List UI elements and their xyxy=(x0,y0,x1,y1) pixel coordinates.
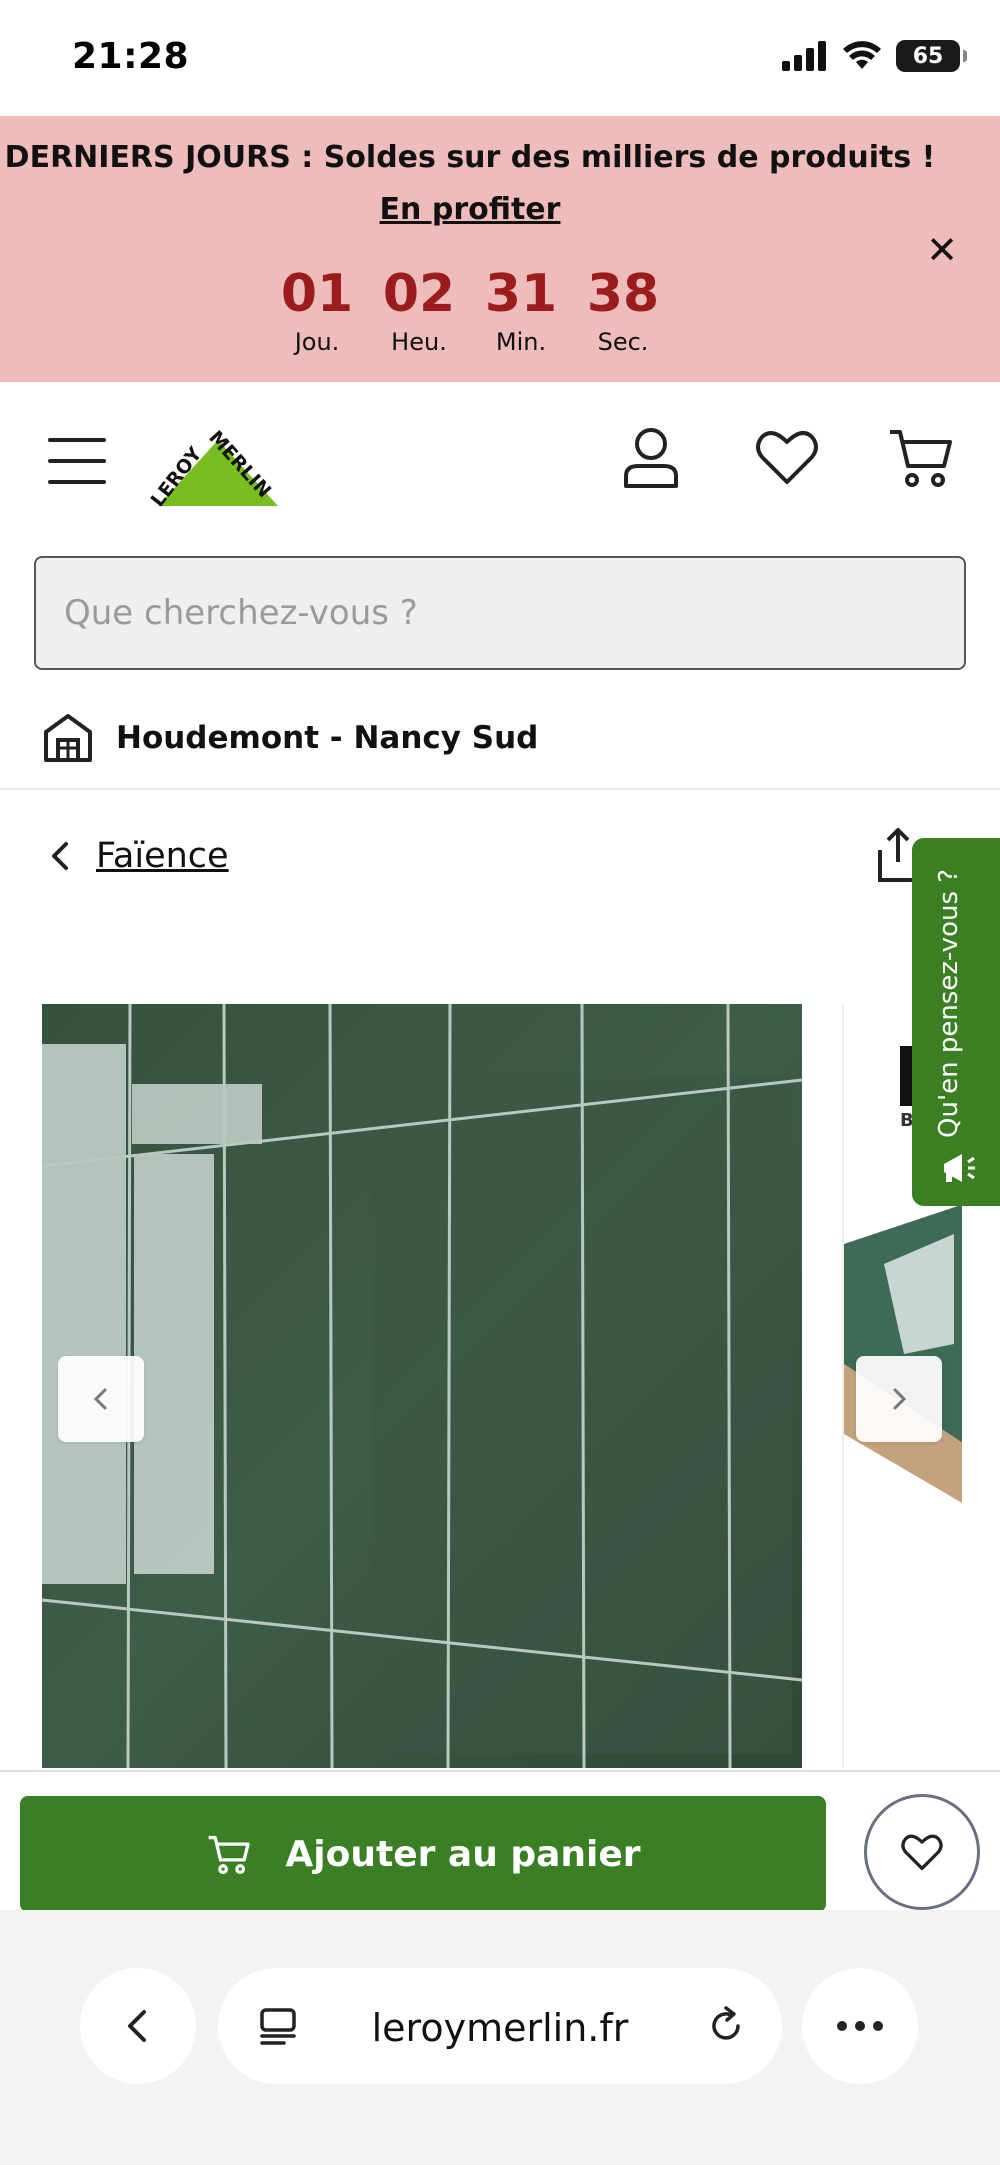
heart-icon xyxy=(901,1834,943,1871)
chevron-left-icon xyxy=(52,842,68,870)
promo-link[interactable]: En profiter xyxy=(0,192,940,227)
chevron-right-icon xyxy=(893,1388,907,1410)
cart-icon[interactable] xyxy=(886,422,956,492)
countdown-hours: 02 Heu. xyxy=(368,264,470,356)
signal-icon xyxy=(782,41,826,71)
countdown-label: Sec. xyxy=(597,328,649,356)
breadcrumb-label[interactable]: Faïence xyxy=(96,836,229,876)
leroy-merlin-logo[interactable]: LEROY MERLIN xyxy=(138,410,298,510)
promo-banner: DERNIERS JOURS : Soldes sur des milliers… xyxy=(0,116,1000,382)
breadcrumb[interactable]: Faïence xyxy=(40,826,229,886)
more-dots-icon xyxy=(837,2021,883,2031)
gallery-next-button[interactable] xyxy=(856,1356,942,1442)
megaphone-icon xyxy=(944,1154,975,1182)
hamburger-menu-icon[interactable] xyxy=(48,438,106,484)
status-icons: 65 xyxy=(782,40,967,72)
promo-message: DERNIERS JOURS : Soldes sur des milliers… xyxy=(4,140,936,175)
reload-icon[interactable] xyxy=(704,2004,748,2048)
gallery-prev-button[interactable] xyxy=(58,1356,144,1442)
wifi-icon xyxy=(843,41,881,69)
browser-more-button[interactable] xyxy=(802,1968,918,2084)
countdown-value: 02 xyxy=(382,264,456,324)
store-selector[interactable]: Houdemont - Nancy Sud xyxy=(0,690,1000,790)
store-icon xyxy=(44,714,92,762)
battery-icon: 65 xyxy=(896,40,967,72)
chevron-left-icon xyxy=(93,1388,107,1410)
search-input[interactable] xyxy=(34,556,966,670)
countdown-label: Jou. xyxy=(294,328,340,356)
chevron-left-icon xyxy=(128,2010,146,2042)
status-bar: 21:28 65 xyxy=(0,0,1000,116)
sticky-action-bar: Ajouter au panier xyxy=(0,1770,1000,1912)
countdown-minutes: 31 Min. xyxy=(470,264,572,356)
browser-toolbar: leroymerlin.fr xyxy=(0,1910,1000,2165)
countdown-label: Heu. xyxy=(391,328,447,356)
add-to-cart-button[interactable]: Ajouter au panier xyxy=(20,1796,826,1912)
close-icon[interactable]: ✕ xyxy=(924,231,960,269)
countdown: 01 Jou. 02 Heu. 31 Min. 38 Sec. xyxy=(0,264,940,356)
countdown-label: Min. xyxy=(495,328,547,356)
add-to-favorites-button[interactable] xyxy=(864,1794,980,1910)
tile-photo xyxy=(42,1004,802,1768)
status-time: 21:28 xyxy=(72,36,190,77)
url-text: leroymerlin.fr xyxy=(371,2006,629,2050)
product-image[interactable] xyxy=(42,1004,802,1768)
browser-back-button[interactable] xyxy=(80,1968,196,2084)
feedback-label: Qu'en pensez-vous ? xyxy=(934,868,964,1138)
add-to-cart-label: Ajouter au panier xyxy=(285,1833,641,1875)
feedback-tab[interactable]: Qu'en pensez-vous ? xyxy=(912,838,1000,1206)
countdown-value: 31 xyxy=(484,264,558,324)
cart-icon xyxy=(209,1835,251,1875)
address-bar[interactable]: leroymerlin.fr xyxy=(218,1968,782,2084)
countdown-value: 38 xyxy=(586,264,660,324)
favorites-heart-icon[interactable] xyxy=(752,422,822,492)
next-tile-photo xyxy=(844,1204,962,1503)
countdown-days: 01 Jou. xyxy=(266,264,368,356)
countdown-value: 01 xyxy=(280,264,354,324)
countdown-seconds: 38 Sec. xyxy=(572,264,674,356)
account-icon[interactable] xyxy=(616,422,686,492)
site-header: LEROY MERLIN xyxy=(0,382,1000,542)
store-name: Houdemont - Nancy Sud xyxy=(116,720,539,756)
